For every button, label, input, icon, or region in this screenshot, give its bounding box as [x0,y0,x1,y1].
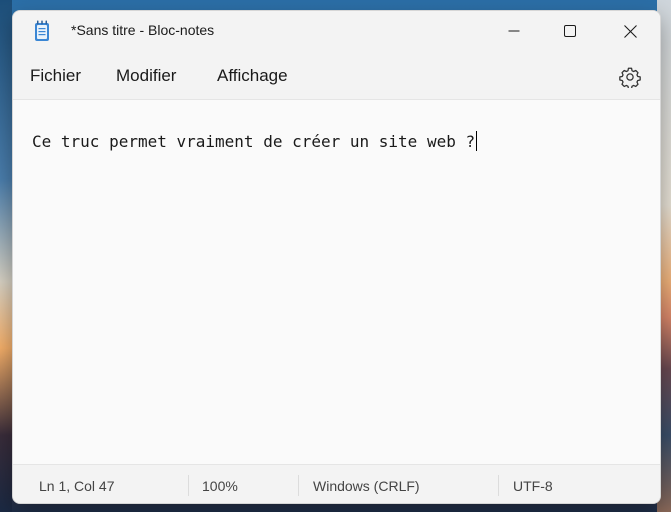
minimize-button[interactable] [491,11,537,51]
maximize-icon [564,25,576,37]
menu-bar: Fichier Modifier Affichage [13,51,660,100]
menu-file[interactable]: Fichier [30,66,81,86]
maximize-button[interactable] [547,11,593,51]
notepad-window: *Sans titre - Bloc-notes Fichier Modifie… [12,10,661,504]
text-editor[interactable]: Ce truc permet vraiment de créer un site… [13,100,660,464]
status-divider [498,475,499,496]
zoom-level: 100% [202,478,238,494]
status-divider [298,475,299,496]
menu-edit[interactable]: Modifier [116,66,176,86]
title-bar[interactable]: *Sans titre - Bloc-notes [13,11,660,51]
encoding-status: UTF-8 [513,478,553,494]
cursor-position: Ln 1, Col 47 [39,478,115,494]
text-caret [476,131,478,151]
window-title: *Sans titre - Bloc-notes [71,22,215,38]
close-icon [623,24,637,38]
editor-content[interactable]: Ce truc permet vraiment de créer un site… [32,131,478,151]
notepad-icon [35,20,49,41]
menu-view[interactable]: Affichage [217,66,288,86]
editor-text: Ce truc permet vraiment de créer un site… [32,132,476,151]
line-ending-status: Windows (CRLF) [313,478,420,494]
close-button[interactable] [607,11,653,51]
status-divider [188,475,189,496]
desktop-background: *Sans titre - Bloc-notes Fichier Modifie… [0,0,671,512]
gear-icon[interactable] [619,66,641,88]
minimize-icon [508,30,520,32]
status-bar: Ln 1, Col 47 100% Windows (CRLF) UTF-8 [13,464,660,503]
